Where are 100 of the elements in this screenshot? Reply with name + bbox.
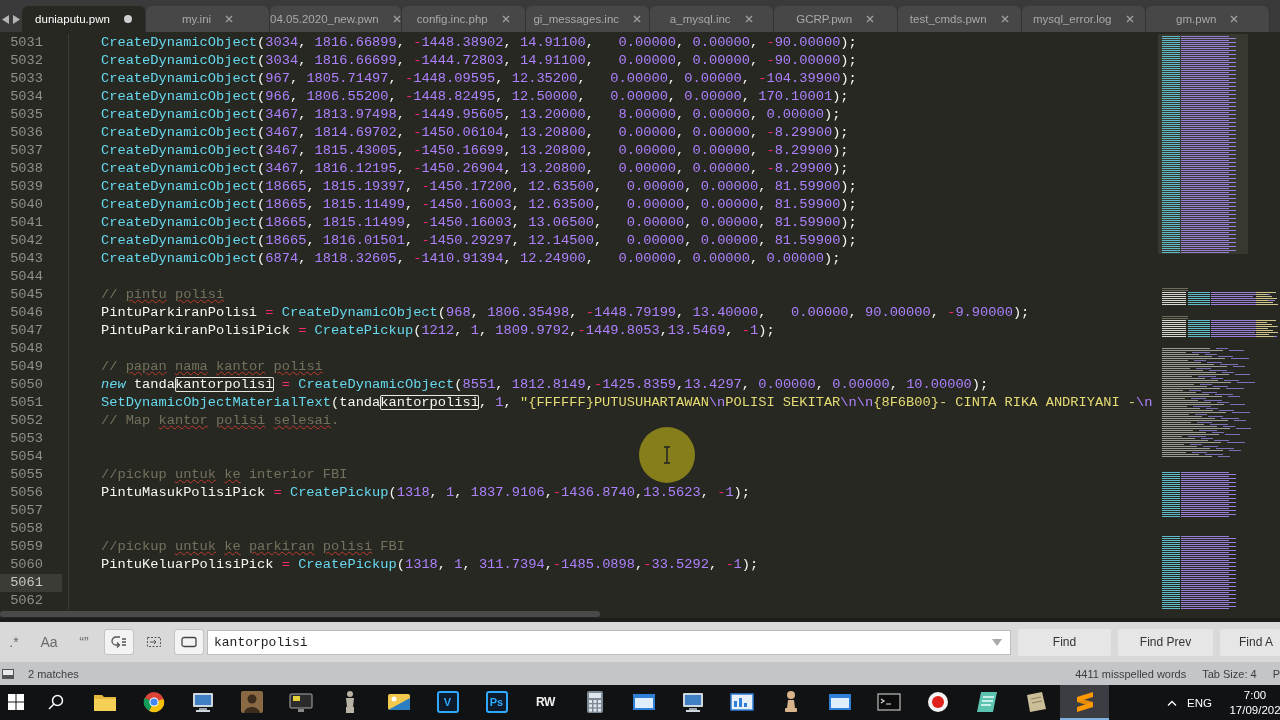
clock-time[interactable]: 7:00 — [1243, 687, 1267, 703]
status-item[interactable]: 4411 misspelled words — [1075, 667, 1187, 680]
record-icon[interactable] — [926, 690, 949, 713]
close-icon[interactable] — [225, 15, 234, 23]
minimap[interactable] — [1158, 34, 1280, 610]
tab-label: test_cmds.pwn — [909, 13, 987, 25]
lettermark-icon[interactable]: RW — [536, 694, 555, 709]
line-number: 5055 — [9, 466, 44, 484]
find-button[interactable]: Find A — [1220, 628, 1280, 656]
window-icon[interactable] — [631, 691, 656, 712]
tab[interactable]: mysql_error.log — [1021, 6, 1146, 32]
status-item[interactable]: Tab Size: 4 — [1202, 667, 1257, 680]
tab-label: config.inc.php — [416, 13, 488, 25]
letter-tile-icon[interactable]: Ps — [485, 690, 508, 713]
monitor-icon[interactable] — [287, 690, 314, 713]
computer-icon[interactable] — [680, 690, 705, 713]
tab-label: 04.05.2020_new.pwn — [270, 13, 379, 25]
chart-window-icon[interactable] — [729, 691, 754, 712]
tab[interactable]: test_cmds.pwn — [897, 6, 1022, 32]
line-number: 5052 — [9, 412, 44, 430]
tab[interactable]: config.inc.php — [401, 6, 526, 32]
circle-logo-icon[interactable] — [142, 690, 165, 713]
close-icon[interactable] — [501, 15, 510, 23]
code-line: PintuParkiranPolisiPick = CreatePickup(1212, 1, 1809.9792,-1449.8053,13.5469, -1); — [68, 322, 1158, 340]
line-number: 5035 — [9, 106, 44, 124]
search-icon[interactable] — [48, 693, 64, 710]
search-field[interactable]: kantorpolisi — [207, 629, 1011, 655]
close-icon[interactable] — [633, 15, 642, 23]
right-triangle-icon[interactable] — [13, 14, 20, 24]
line-number: 5034 — [9, 88, 44, 106]
code-line: // pintu polisi — [68, 286, 1158, 304]
taskbar-button[interactable]: RW — [521, 685, 570, 720]
code-line: //pickup untuk ke parkiran polisi FBI — [68, 538, 1158, 556]
silhouette-tile-icon[interactable] — [240, 690, 263, 713]
panel-toggle-icon[interactable] — [2, 668, 14, 679]
letter-tile-icon[interactable]: V — [436, 690, 459, 713]
line-number: 5031 — [9, 34, 44, 52]
line-number: 5048 — [9, 340, 44, 358]
line-number: 5053 — [9, 430, 44, 448]
line-number: 5051 — [9, 394, 44, 412]
code-line: // Map kantor polisi selesai. — [68, 412, 1158, 430]
line-number: 5057 — [9, 502, 44, 520]
status-item[interactable]: P — [1272, 667, 1280, 680]
pawn-icon[interactable] — [782, 689, 799, 714]
terminal-icon[interactable] — [876, 691, 901, 712]
horizontal-scrollbar[interactable] — [0, 611, 600, 617]
four-panes-icon[interactable] — [8, 693, 24, 710]
line-number: 5056 — [9, 484, 44, 502]
wrap-arrow-icon — [111, 636, 127, 648]
code-line: PintuKeluarPolisiPick = CreatePickup(1318, 1, 311.7394,-1485.0898,-33.5292, -1); — [68, 556, 1158, 574]
close-icon[interactable] — [392, 15, 401, 23]
tab-label: mysql_error.log — [1032, 13, 1112, 25]
highlight-matches-toggle[interactable] — [175, 630, 203, 654]
tab-label: duniaputu.pwn — [35, 13, 110, 25]
language-indicator[interactable]: ENG — [1187, 696, 1212, 709]
slanted-bands-icon[interactable] — [1074, 690, 1095, 713]
tab-label: GCRP.pwn — [796, 13, 853, 25]
line-number: 5039 — [9, 178, 44, 196]
close-icon[interactable] — [1000, 15, 1009, 23]
line-number: 5032 — [9, 52, 44, 70]
line-number: 5050 — [9, 376, 44, 394]
wrap-toggle[interactable] — [105, 630, 133, 654]
code-line: //pickup untuk ke interior FBI — [68, 466, 1158, 484]
up-chevron-icon[interactable] — [1167, 699, 1178, 706]
modified-dot-icon[interactable] — [123, 15, 132, 23]
close-icon[interactable] — [744, 15, 753, 23]
tab[interactable]: GCRP.pwn — [773, 6, 898, 32]
notepad-icon[interactable] — [974, 690, 999, 713]
left-triangle-icon[interactable] — [2, 14, 9, 24]
tab[interactable]: duniaputu.pwn — [22, 6, 146, 32]
line-number: 5058 — [9, 520, 44, 538]
line-number: 5043 — [9, 250, 44, 268]
line-number: 5038 — [9, 160, 44, 178]
close-icon[interactable] — [1230, 15, 1239, 23]
window-icon[interactable] — [827, 691, 852, 712]
tab-label: my.ini — [181, 13, 212, 25]
taskbar-button[interactable]: Ps — [472, 685, 521, 720]
whole-word-toggle[interactable]: “” — [70, 630, 98, 654]
close-icon[interactable] — [1125, 15, 1134, 23]
tab[interactable]: 04.05.2020_new.pwn — [270, 6, 402, 32]
computer-icon[interactable] — [190, 690, 215, 713]
line-number: 5045 — [9, 286, 44, 304]
regex-toggle[interactable]: .* — [0, 630, 28, 654]
tab-label: a_mysql.inc — [669, 13, 731, 25]
line-number: 5040 — [9, 196, 44, 214]
line-number: 5037 — [9, 142, 44, 160]
close-icon[interactable] — [866, 15, 875, 23]
tab[interactable]: gi_messages.inc — [525, 6, 650, 32]
find-button[interactable]: Find — [1018, 628, 1111, 656]
tab[interactable]: my.ini — [146, 6, 270, 32]
selection-box-icon — [146, 636, 162, 648]
clock-date[interactable]: 17/09/202 — [1229, 702, 1280, 718]
tab[interactable]: a_mysql.inc — [649, 6, 774, 32]
tab[interactable]: gm.pwn — [1145, 6, 1270, 32]
code-line: PintuParkiranPolisi = CreateDynamicObject(968, 1806.35498, -1448.79199, 13.40000, 0.00000, 90.00000, -9.90000); — [68, 304, 1158, 322]
taskbar-button[interactable]: V — [423, 685, 472, 720]
case-toggle[interactable]: Aa — [35, 630, 63, 654]
line-number: 5060 — [9, 556, 44, 574]
find-button[interactable]: Find Prev — [1118, 628, 1213, 656]
calculator-icon[interactable] — [585, 689, 604, 714]
